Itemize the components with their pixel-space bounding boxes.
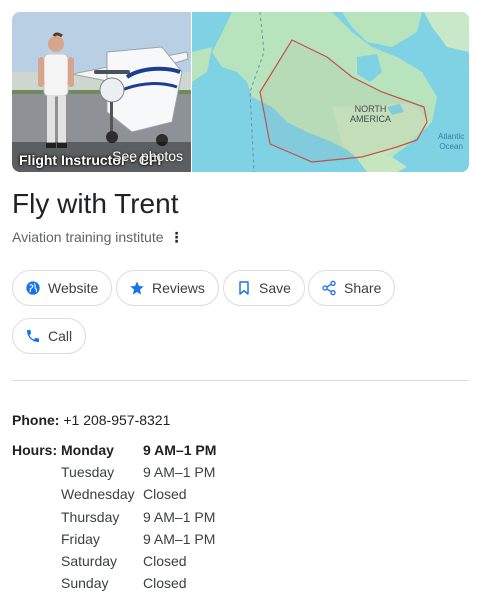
hours-time: 9 AM–1 PM [143, 508, 216, 525]
website-button[interactable]: Website [12, 270, 113, 306]
media-strip: Flight Instructor - CFI See photos NORTH… [12, 12, 469, 172]
call-button[interactable]: Call [12, 318, 87, 354]
business-photo[interactable]: Flight Instructor - CFI See photos [12, 12, 191, 172]
business-category: Aviation training institute [12, 229, 164, 245]
hours-day: Sunday [61, 575, 109, 592]
share-label: Share [344, 280, 382, 296]
hours-time: Closed [143, 486, 187, 503]
hours-day: Wednesday [61, 486, 135, 503]
hours-day: Monday [61, 442, 114, 459]
hours-row-sunday: Sunday Closed [61, 572, 216, 594]
hours-day: Friday [61, 530, 100, 547]
hours-time: 9 AM–1 PM [143, 442, 217, 459]
hours-row-wednesday: Wednesday Closed [61, 483, 216, 505]
map-thumbnail[interactable]: NORTH AMERICA Atlantic Ocean [192, 12, 469, 172]
save-label: Save [259, 280, 291, 296]
map-label-ocean-1: Atlantic [438, 132, 465, 141]
share-button[interactable]: Share [308, 270, 396, 306]
hours-time: Closed [143, 575, 187, 592]
call-label: Call [48, 328, 73, 344]
map-label-ocean-2: Ocean [439, 142, 463, 151]
map-image [192, 12, 469, 172]
phone-icon [27, 330, 39, 342]
business-name: Fly with Trent [12, 188, 179, 219]
reviews-label: Reviews [152, 280, 205, 296]
share-icon [322, 280, 336, 296]
hours-row-tuesday: Tuesday 9 AM–1 PM [61, 461, 216, 483]
bookmark-icon [239, 281, 249, 295]
see-photos-link[interactable]: See photos [112, 148, 183, 164]
hours-time: 9 AM–1 PM [143, 464, 216, 481]
website-label: Website [48, 280, 99, 296]
hours-label: Hours: [12, 442, 58, 458]
hours-table[interactable]: Monday 9 AM–1 PM Tuesday 9 AM–1 PM Wedne… [61, 439, 216, 594]
star-icon [130, 281, 144, 295]
hours-row-monday: Monday 9 AM–1 PM [61, 439, 216, 461]
business-category-row: Aviation training institute ⋮ [12, 229, 184, 246]
map-label-north-america: NORTH AMERICA [350, 104, 391, 124]
map-label-line-1: NORTH [354, 104, 387, 114]
phone-row: Phone: +1 208-957-8321 [12, 412, 170, 428]
hours-time: 9 AM–1 PM [143, 530, 216, 547]
map-label-line-2: AMERICA [350, 114, 392, 124]
phone-label: Phone: [12, 412, 60, 428]
hours-time: Closed [143, 553, 187, 570]
hours-day: Thursday [61, 508, 120, 525]
hours-day: Saturday [61, 553, 118, 570]
hours-day: Tuesday [61, 464, 115, 481]
more-vertical-icon[interactable]: ⋮ [170, 229, 184, 246]
phone-number[interactable]: +1 208-957-8321 [63, 412, 170, 428]
map-label-atlantic: Atlantic Ocean [438, 132, 464, 152]
hours-row-thursday: Thursday 9 AM–1 PM [61, 506, 216, 528]
globe-icon [26, 281, 40, 295]
hours-row-saturday: Saturday Closed [61, 550, 216, 572]
hours-row-friday: Friday 9 AM–1 PM [61, 528, 216, 550]
section-divider [12, 380, 469, 381]
reviews-button[interactable]: Reviews [116, 270, 219, 306]
save-button[interactable]: Save [223, 270, 305, 306]
